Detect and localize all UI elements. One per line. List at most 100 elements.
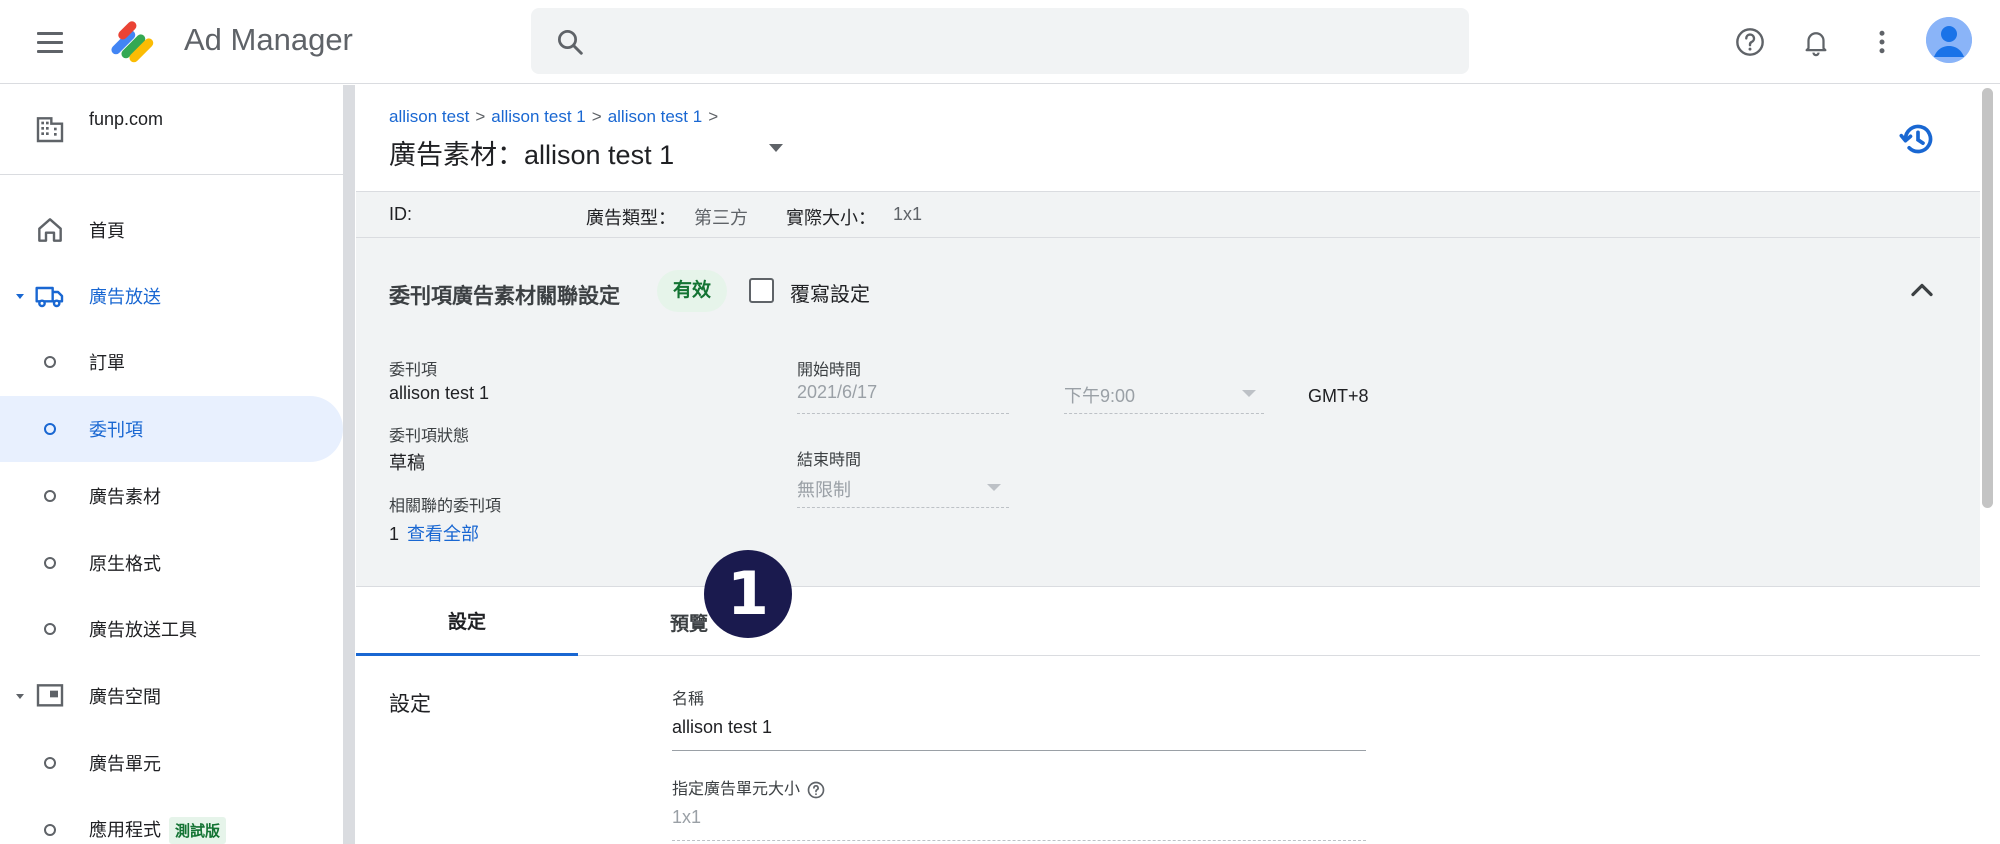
bullet-icon	[44, 490, 56, 502]
name-value: allison test 1	[672, 717, 773, 737]
override-checkbox[interactable]	[749, 278, 774, 303]
sidebar-item-inventory[interactable]: 廣告空間	[0, 663, 343, 729]
app-title: Ad Manager	[184, 22, 353, 57]
bullet-icon	[44, 356, 56, 368]
related-line-items-label: 相關聯的委刊項	[389, 498, 502, 515]
line-item-status-value: 草稿	[389, 453, 425, 473]
sidebar: funp.com 首頁 廣告放送 訂單 委刊項 廣告素材 原生格式 廣告放送工具…	[0, 85, 343, 844]
sidebar-item-label: 原生格式	[89, 554, 161, 574]
status-badge: 有效	[657, 270, 728, 312]
step-marker-badge: 1	[704, 550, 792, 638]
menu-icon[interactable]	[28, 22, 72, 62]
home-icon	[38, 218, 62, 242]
sidebar-item-creatives[interactable]: 廣告素材	[0, 463, 343, 529]
ad-manager-logo[interactable]	[104, 12, 164, 72]
more-vert-icon[interactable]	[1862, 22, 1902, 62]
network-name: funp.com	[89, 109, 164, 129]
end-time-select[interactable]: 無限制	[797, 472, 1009, 508]
history-icon[interactable]	[1898, 119, 1938, 159]
truck-icon	[35, 286, 64, 308]
breadcrumb: allison test > allison test 1 > allison test…	[389, 107, 724, 127]
building-icon	[36, 117, 64, 143]
creative-info-row: ID: 廣告類型： 第三方 實際大小： 1x1	[356, 192, 1980, 238]
start-date-input[interactable]: 2021/6/17	[797, 378, 1009, 414]
bullet-icon	[44, 824, 56, 836]
sidebar-item-label: 委刊項	[89, 420, 143, 440]
creative-type-value: 第三方	[694, 208, 748, 228]
avatar[interactable]	[1926, 17, 1972, 63]
sidebar-item-label: 廣告放送	[89, 287, 161, 307]
name-input[interactable]: allison test 1	[672, 711, 1366, 751]
beta-badge: 測試版	[169, 817, 227, 844]
association-panel: ID: 廣告類型： 第三方 實際大小： 1x1 委刊項廣告素材關聯設定 有效 覆…	[356, 191, 1980, 587]
arrow-drop-down-icon	[1242, 390, 1256, 397]
start-date-value: 2021/6/17	[797, 382, 878, 402]
chevron-up-icon[interactable]	[1904, 272, 1940, 308]
tab-settings[interactable]: 設定	[356, 588, 578, 656]
line-item-status-label: 委刊項狀態	[389, 428, 470, 445]
size-value: 1x1	[893, 204, 923, 224]
arrow-drop-down-icon	[987, 484, 1001, 491]
chevron-right-icon: >	[475, 107, 486, 126]
ad-unit-size-input[interactable]: 1x1	[672, 801, 1366, 841]
creative-type-label: 廣告類型：	[586, 208, 676, 228]
ad-unit-size-label-text: 指定廣告單元大小	[672, 781, 801, 798]
help-outline-icon[interactable]	[806, 780, 826, 800]
network-selector[interactable]: funp.com	[0, 85, 343, 175]
caret-down-icon	[16, 293, 24, 299]
search-icon	[558, 30, 583, 55]
search-bar[interactable]	[531, 8, 1469, 74]
help-icon[interactable]	[1730, 22, 1770, 62]
sidebar-item-line-items[interactable]: 委刊項	[0, 396, 343, 462]
size-label: 實際大小：	[786, 208, 876, 228]
sidebar-item-apps[interactable]: 應用程式 測試版	[0, 797, 343, 844]
scrollbar[interactable]	[1982, 88, 1993, 508]
sidebar-item-native-styles[interactable]: 原生格式	[0, 530, 343, 596]
line-item-value: allison test 1	[389, 383, 490, 403]
sidebar-item-label: 廣告單元	[89, 754, 161, 774]
breadcrumb-line-item[interactable]: allison test 1	[491, 107, 586, 126]
bullet-icon	[44, 557, 56, 569]
sidebar-item-label: 首頁	[89, 221, 125, 241]
end-time-value: 無限制	[797, 480, 851, 500]
ad-unit-size-value: 1x1	[672, 807, 702, 827]
ad-unit-size-label: 指定廣告單元大小	[672, 775, 826, 800]
sidebar-item-label: 廣告放送工具	[89, 620, 197, 640]
sidebar-item-label: 應用程式 測試版	[89, 816, 227, 844]
sidebar-item-orders[interactable]: 訂單	[0, 329, 343, 395]
bell-icon[interactable]	[1796, 22, 1836, 62]
sidebar-item-delivery-tools[interactable]: 廣告放送工具	[0, 596, 343, 662]
end-time-label: 結束時間	[797, 452, 862, 469]
bullet-icon	[44, 623, 56, 635]
inventory-icon	[36, 684, 64, 707]
override-label[interactable]: 覆寫設定	[790, 278, 870, 307]
timezone-label: GMT+8	[1308, 386, 1369, 406]
sidebar-item-home[interactable]: 首頁	[0, 197, 343, 263]
view-all-link[interactable]: 查看全部	[407, 524, 479, 544]
sidebar-item-label: 廣告空間	[89, 687, 161, 707]
chevron-right-icon: >	[708, 107, 719, 126]
sidebar-item-label-text: 應用程式	[89, 820, 161, 840]
settings-section-title: 設定	[389, 693, 431, 716]
main-content: allison test > allison test 1 > allison test…	[356, 85, 1980, 844]
start-time-value: 下午9:00	[1064, 386, 1136, 406]
start-time-select[interactable]: 下午9:00	[1064, 378, 1264, 414]
sidebar-item-ad-units[interactable]: 廣告單元	[0, 730, 343, 796]
sidebar-item-label: 廣告素材	[89, 487, 161, 507]
bullet-icon	[44, 757, 56, 769]
title-dropdown-icon[interactable]	[761, 133, 791, 163]
top-app-bar: Ad Manager	[0, 0, 2000, 84]
related-count: 1	[389, 524, 400, 544]
chevron-right-icon: >	[591, 107, 602, 126]
tab-bar: 設定 預覽	[356, 588, 1980, 656]
breadcrumb-order[interactable]: allison test	[389, 107, 469, 126]
id-label: ID:	[389, 204, 413, 224]
sidebar-resize-handle[interactable]	[343, 85, 355, 844]
sidebar-item-label: 訂單	[89, 353, 125, 373]
name-label: 名稱	[672, 691, 705, 708]
breadcrumb-creative[interactable]: allison test 1	[608, 107, 703, 126]
page-title: 廣告素材：allison test 1	[389, 140, 675, 170]
association-title: 委刊項廣告素材關聯設定	[389, 285, 620, 308]
sidebar-item-delivery[interactable]: 廣告放送	[0, 263, 343, 329]
line-item-label: 委刊項	[389, 362, 438, 379]
